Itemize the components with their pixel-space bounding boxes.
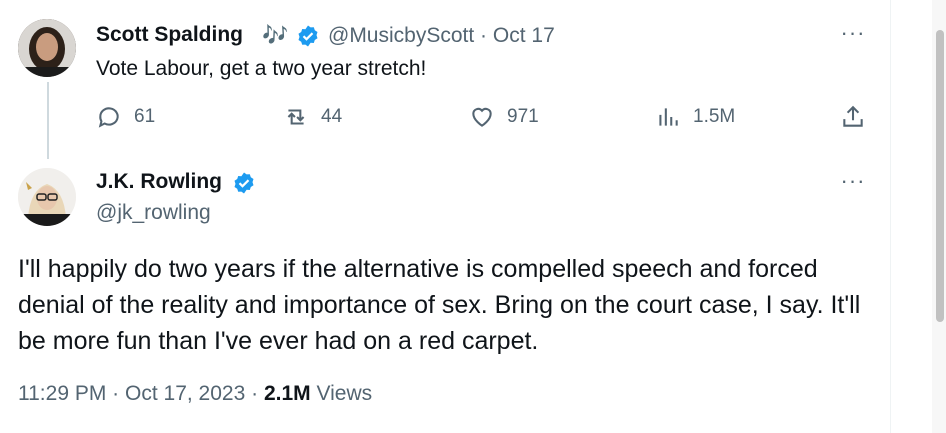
avatar-scott-image [18,19,76,77]
main-tweet-text: I'll happily do two years if the alterna… [18,255,861,355]
main-author-name[interactable]: J.K. Rowling [96,170,222,194]
retweet-icon [287,109,305,125]
retweet-button[interactable]: 44 [283,103,342,131]
tweet-time[interactable]: 11:29 PM [18,382,106,405]
reply-author-name[interactable]: Scott Spalding [96,23,243,47]
reply-icon [98,107,119,128]
tweet-detail-page: Scott Spalding 🎶 @MusicbyScott · Oct 17 … [0,0,946,433]
avatar-jk-image [18,168,76,226]
views-count: 1.5M [693,106,736,127]
column-divider [890,0,891,433]
share-button[interactable] [840,103,866,131]
retweet-count: 44 [321,106,343,127]
thread-connector-line [47,82,49,159]
main-more-options-button[interactable]: ··· [840,170,866,192]
avatar-scott[interactable] [18,19,76,77]
tweet-metadata: 11:29 PM · Oct 17, 2023 · 2.1M Views [18,382,373,405]
verified-badge-icon [232,171,256,200]
views-total: 2.1M [263,382,311,405]
analytics-icon [659,108,678,126]
views-button[interactable]: 1.5M [655,103,735,131]
main-handle[interactable]: @jk_rowling [96,201,211,225]
share-icon [843,105,863,127]
reply-tweet-text: Vote Labour, get a two year stretch! [96,57,427,80]
verified-badge-icon [296,24,320,53]
reply-handle-date[interactable]: @MusicbyScott · Oct 17 [328,24,555,48]
reply-more-options-button[interactable]: ··· [840,22,866,44]
tweet-date[interactable]: Oct 17, 2023 [125,382,245,405]
avatar-jk-rowling[interactable] [18,168,76,226]
reply-count: 61 [134,106,156,127]
views-label: Views [316,382,373,405]
like-button[interactable]: 971 [469,103,539,131]
music-note-emoji: 🎶 [262,24,289,47]
like-count: 971 [507,106,539,127]
scrollbar-thumb[interactable] [936,30,944,322]
heart-icon [472,107,492,127]
reply-button[interactable]: 61 [96,103,155,131]
